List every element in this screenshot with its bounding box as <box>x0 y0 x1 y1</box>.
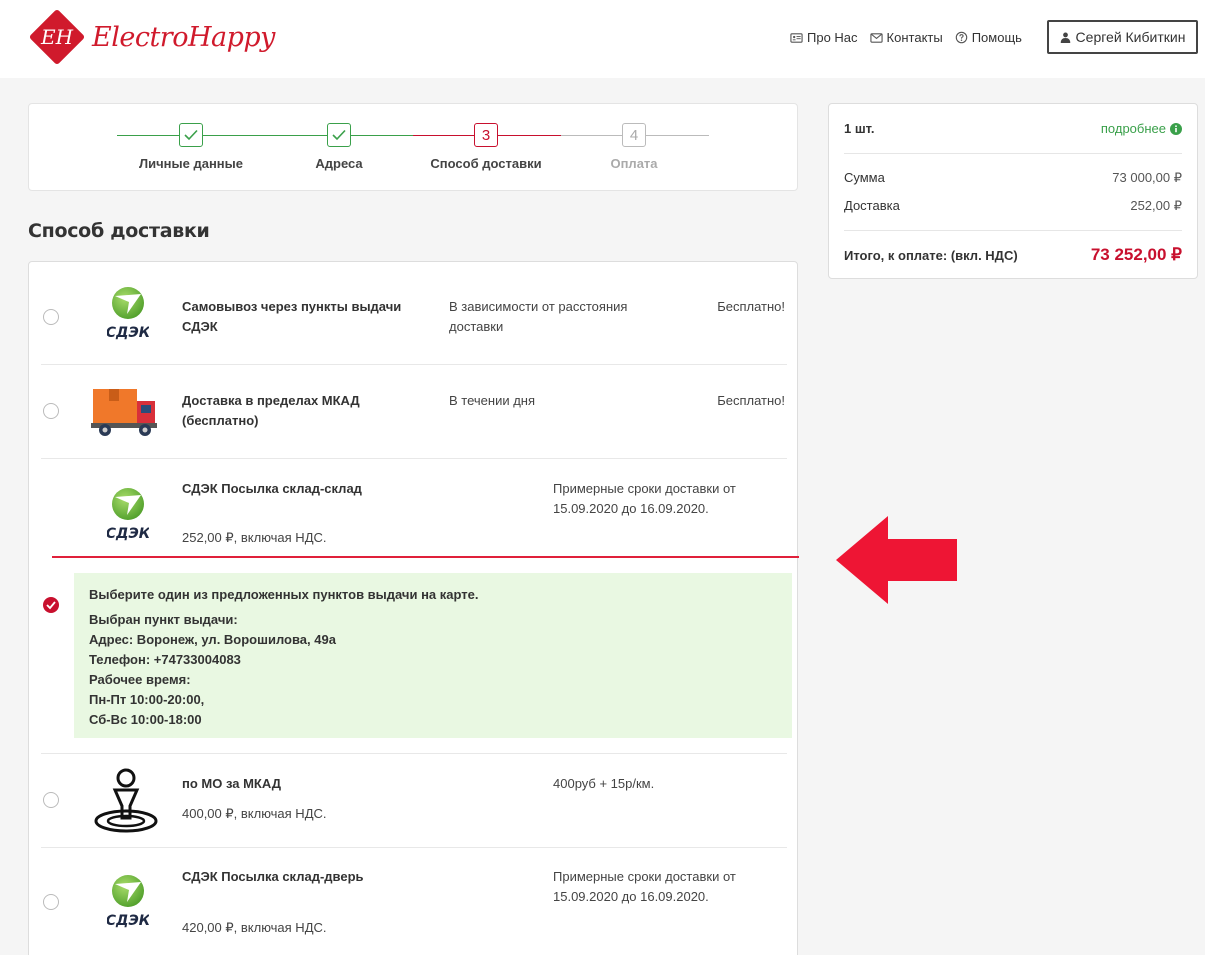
pickup-address: Адрес: Воронеж, ул. Ворошилова, 49а <box>89 632 336 647</box>
question-circle-icon <box>955 31 967 44</box>
delivery-radio[interactable] <box>43 792 59 808</box>
step-addresses[interactable]: Адреса <box>269 123 409 171</box>
cdek-logo: СДЭК <box>106 286 151 341</box>
delivery-radio-selected[interactable] <box>43 597 59 613</box>
summary-divider <box>844 153 1182 154</box>
site-header: EH ElectroHappy Про Нас Контакты Помощь … <box>0 0 1205 78</box>
annotation-underline <box>52 556 799 558</box>
logo-diamond-icon: EH <box>28 8 86 66</box>
top-nav: Про Нас Контакты Помощь <box>790 30 1022 45</box>
summary-sum-value: 73 000,00 ₽ <box>1112 170 1182 185</box>
site-logo[interactable]: EH ElectroHappy <box>28 8 275 66</box>
pickup-hours-label: Рабочее время: <box>89 672 191 687</box>
pickup-prompt: Выберите один из предложенных пунктов вы… <box>89 587 479 602</box>
delivery-radio[interactable] <box>43 403 59 419</box>
summary-qty: 1 шт. <box>844 121 875 136</box>
summary-delivery-value: 252,00 ₽ <box>1130 198 1182 213</box>
cdek-logo: СДЭК <box>106 487 151 542</box>
pickup-point-info: Выберите один из предложенных пунктов вы… <box>74 573 792 738</box>
map-pin-person-icon <box>93 766 159 834</box>
check-icon <box>46 601 56 610</box>
checkout-progress: Личные данные Адреса 3 Способ доставки 4… <box>28 103 798 191</box>
annotation-arrow-left-icon <box>836 516 957 604</box>
envelope-icon <box>869 33 883 43</box>
svg-text:СДЭК: СДЭК <box>107 913 149 928</box>
summary-total-value: 73 252,00 ₽ <box>1090 245 1182 264</box>
delivery-option-mo[interactable]: по МО за МКАД 400руб + 15р/км. 400,00 ₽,… <box>41 754 787 848</box>
order-summary: 1 шт. подробнее Сумма 73 000,00 ₽ Достав… <box>828 103 1198 279</box>
pickup-hours-weekend: Сб-Вс 10:00-18:00 <box>89 712 202 727</box>
nav-contacts[interactable]: Контакты <box>869 30 943 45</box>
truck-icon <box>91 383 161 439</box>
delivery-option-cdek-pickup[interactable]: СДЭК Самовывоз через пункты выдачи СДЭК … <box>41 262 787 365</box>
pickup-line: Выбран пункт выдачи: <box>89 612 238 627</box>
user-account-button[interactable]: Сергей Кибиткин <box>1047 20 1198 54</box>
step-delivery-method[interactable]: 3 Способ доставки <box>416 123 556 171</box>
summary-delivery-label: Доставка <box>844 198 900 213</box>
info-circle-icon <box>1170 122 1182 135</box>
step-number: 4 <box>622 123 646 147</box>
step-personal-data[interactable]: Личные данные <box>121 123 261 171</box>
user-icon <box>1060 32 1070 43</box>
pickup-phone: Телефон: +74733004083 <box>89 652 241 667</box>
step-payment[interactable]: 4 Оплата <box>564 123 704 171</box>
svg-text:СДЭК: СДЭК <box>107 526 149 541</box>
cdek-logo: СДЭК <box>106 874 151 929</box>
delivery-option-cdek-door[interactable]: СДЭК СДЭК Посылка склад-дверь Примерные … <box>41 848 787 955</box>
summary-total-label: Итого, к оплате: (вкл. НДС) <box>844 248 1018 263</box>
nav-help[interactable]: Помощь <box>955 30 1022 45</box>
summary-divider <box>844 230 1182 231</box>
delivery-radio[interactable] <box>43 309 59 325</box>
check-icon <box>327 123 351 147</box>
svg-text:СДЭК: СДЭК <box>107 325 149 340</box>
delivery-options: СДЭК Самовывоз через пункты выдачи СДЭК … <box>28 261 798 955</box>
delivery-radio[interactable] <box>43 894 59 910</box>
nav-about[interactable]: Про Нас <box>790 30 858 45</box>
pickup-hours-weekdays: Пн-Пт 10:00-20:00, <box>89 692 205 707</box>
section-title: Способ доставки <box>28 220 210 242</box>
logo-text: ElectroHappy <box>92 21 275 53</box>
delivery-option-mkad[interactable]: Доставка в пределах МКАД (бесплатно) В т… <box>41 365 787 459</box>
check-icon <box>179 123 203 147</box>
summary-details-link[interactable]: подробнее <box>1101 121 1182 136</box>
step-number: 3 <box>474 123 498 147</box>
summary-sum-label: Сумма <box>844 170 885 185</box>
id-card-icon <box>790 33 803 43</box>
